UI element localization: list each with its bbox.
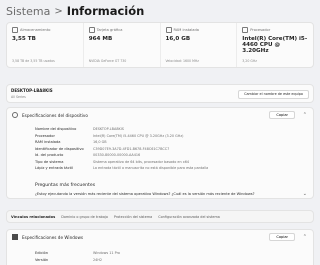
- device-model: All Series: [11, 95, 26, 99]
- rename-pc-button[interactable]: Cambiar el nombre de este equipo: [238, 90, 309, 99]
- spec-value: 16,0 GB: [93, 140, 107, 145]
- spec-key: Identificador de dispositivo: [35, 146, 84, 151]
- card-label: Almacenamiento: [20, 28, 51, 32]
- device-specs-header[interactable]: Especificaciones del dispositivo Copiar …: [7, 108, 313, 122]
- section-title: Especificaciones de Windows: [22, 234, 84, 240]
- card-value: 964 MB: [88, 36, 113, 42]
- spec-key: Versión: [35, 257, 49, 262]
- card-label: Procesador: [250, 28, 271, 32]
- spec-row: Lápiz y entrada táctil La entrada táctil …: [35, 165, 208, 172]
- card-value: 16,0 GB: [165, 36, 191, 42]
- processor-icon: [242, 27, 249, 33]
- breadcrumb: Sistema > Información: [6, 4, 144, 18]
- card-sub: 3,20 GHz: [242, 59, 257, 63]
- spec-key: Lápiz y entrada táctil: [35, 166, 73, 171]
- card-value: 3,55 TB: [12, 36, 36, 42]
- spec-key: Edición: [35, 251, 49, 256]
- faq-item[interactable]: ¿Estoy ejecutando la versión más recient…: [35, 192, 311, 196]
- card-label: Tarjeta gráfica: [96, 28, 123, 32]
- spec-row: Versión 24H2: [35, 257, 120, 264]
- summary-cards: Almacenamiento 3,55 TB 3,58 TB de 3,55 T…: [6, 22, 314, 68]
- chevron-up-icon[interactable]: ⌃: [303, 234, 307, 240]
- info-icon: [12, 112, 18, 118]
- spec-key: Nombre del dispositivo: [35, 127, 77, 132]
- spec-value: 00330-80000-00000-AA416: [93, 153, 141, 158]
- spec-key: Procesador: [35, 133, 55, 138]
- spec-table: Nombre del dispositivo DESKTOP-LBA8KIS Pr…: [35, 126, 208, 172]
- link-advanced-settings[interactable]: Configuración avanzada del sistema: [158, 215, 220, 219]
- chevron-down-icon[interactable]: ⌄: [303, 191, 307, 197]
- spec-key: RAM instalada: [35, 140, 61, 145]
- spec-key: Id. del producto: [35, 153, 64, 158]
- related-links-title: Vínculos relacionados: [11, 214, 56, 219]
- spec-value: Windows 11 Pro: [93, 251, 120, 256]
- storage-card[interactable]: Almacenamiento 3,55 TB 3,58 TB de 3,55 T…: [7, 23, 84, 67]
- card-sub: NVIDIA GeForce GT 730: [88, 59, 127, 63]
- windows-specs-panel: Especificaciones de Windows Copiar ⌃ Edi…: [6, 229, 314, 265]
- spec-table: Edición Windows 11 Pro Versión 24H2: [35, 250, 120, 263]
- card-value: Intel(R) Core(TM) i5-4460 CPU @ 3.20GHz: [242, 36, 308, 54]
- spec-key: Tipo de sistema: [35, 159, 64, 164]
- spec-value: La entrada táctil o manuscrita no está d…: [93, 166, 209, 171]
- spec-value: 24H2: [93, 257, 103, 262]
- storage-icon: [12, 27, 18, 33]
- spec-value: Sistema operativo de 64 bits, procesador…: [93, 159, 190, 164]
- copy-button[interactable]: Copiar: [269, 233, 295, 241]
- breadcrumb-sistema[interactable]: Sistema: [6, 5, 50, 18]
- chevron-up-icon[interactable]: ⌃: [303, 112, 307, 118]
- faq-title: Preguntas más frecuentes: [35, 183, 96, 188]
- graphics-card[interactable]: Tarjeta gráfica 964 MB NVIDIA GeForce GT…: [84, 23, 161, 67]
- processor-card[interactable]: Procesador Intel(R) Core(TM) i5-4460 CPU…: [237, 23, 313, 67]
- card-sub: Velocidad: 1600 MHz: [165, 59, 199, 63]
- copy-button[interactable]: Copiar: [269, 111, 295, 119]
- ram-card[interactable]: RAM instalada 16,0 GB Velocidad: 1600 MH…: [161, 23, 238, 67]
- windows-specs-header[interactable]: Especificaciones de Windows Copiar ⌃: [7, 230, 313, 244]
- page-title: Información: [66, 4, 145, 18]
- spec-value: C39D07E9-3A7D-4FD1-B678-F48C61C7BCC7: [93, 146, 170, 151]
- card-label: RAM instalada: [173, 28, 200, 32]
- ram-icon: [165, 27, 172, 33]
- link-system-protection[interactable]: Protección del sistema: [114, 215, 152, 219]
- device-name-row: DESKTOP-LBA8KIS All Series Cambiar el no…: [6, 84, 314, 103]
- device-name: DESKTOP-LBA8KIS: [11, 88, 53, 93]
- settings-page: Sistema > Información Almacenamiento 3,5…: [0, 0, 320, 265]
- link-domain-workgroup[interactable]: Dominio o grupo de trabajo: [61, 215, 108, 219]
- spec-value: DESKTOP-LBA8KIS: [93, 127, 124, 132]
- device-specs-panel: Especificaciones del dispositivo Copiar …: [6, 107, 314, 199]
- related-links-bar: Vínculos relacionados Dominio o grupo de…: [6, 210, 314, 223]
- graphics-card-icon: [88, 27, 95, 33]
- windows-logo-icon: [12, 234, 18, 240]
- spec-value: Intel(R) Core(TM) i5-4460 CPU @ 3.20GHz …: [93, 133, 184, 138]
- section-title: Especificaciones del dispositivo: [22, 112, 88, 118]
- card-sub: 3,58 TB de 3,55 TB usados: [12, 59, 55, 63]
- breadcrumb-separator: >: [54, 5, 63, 17]
